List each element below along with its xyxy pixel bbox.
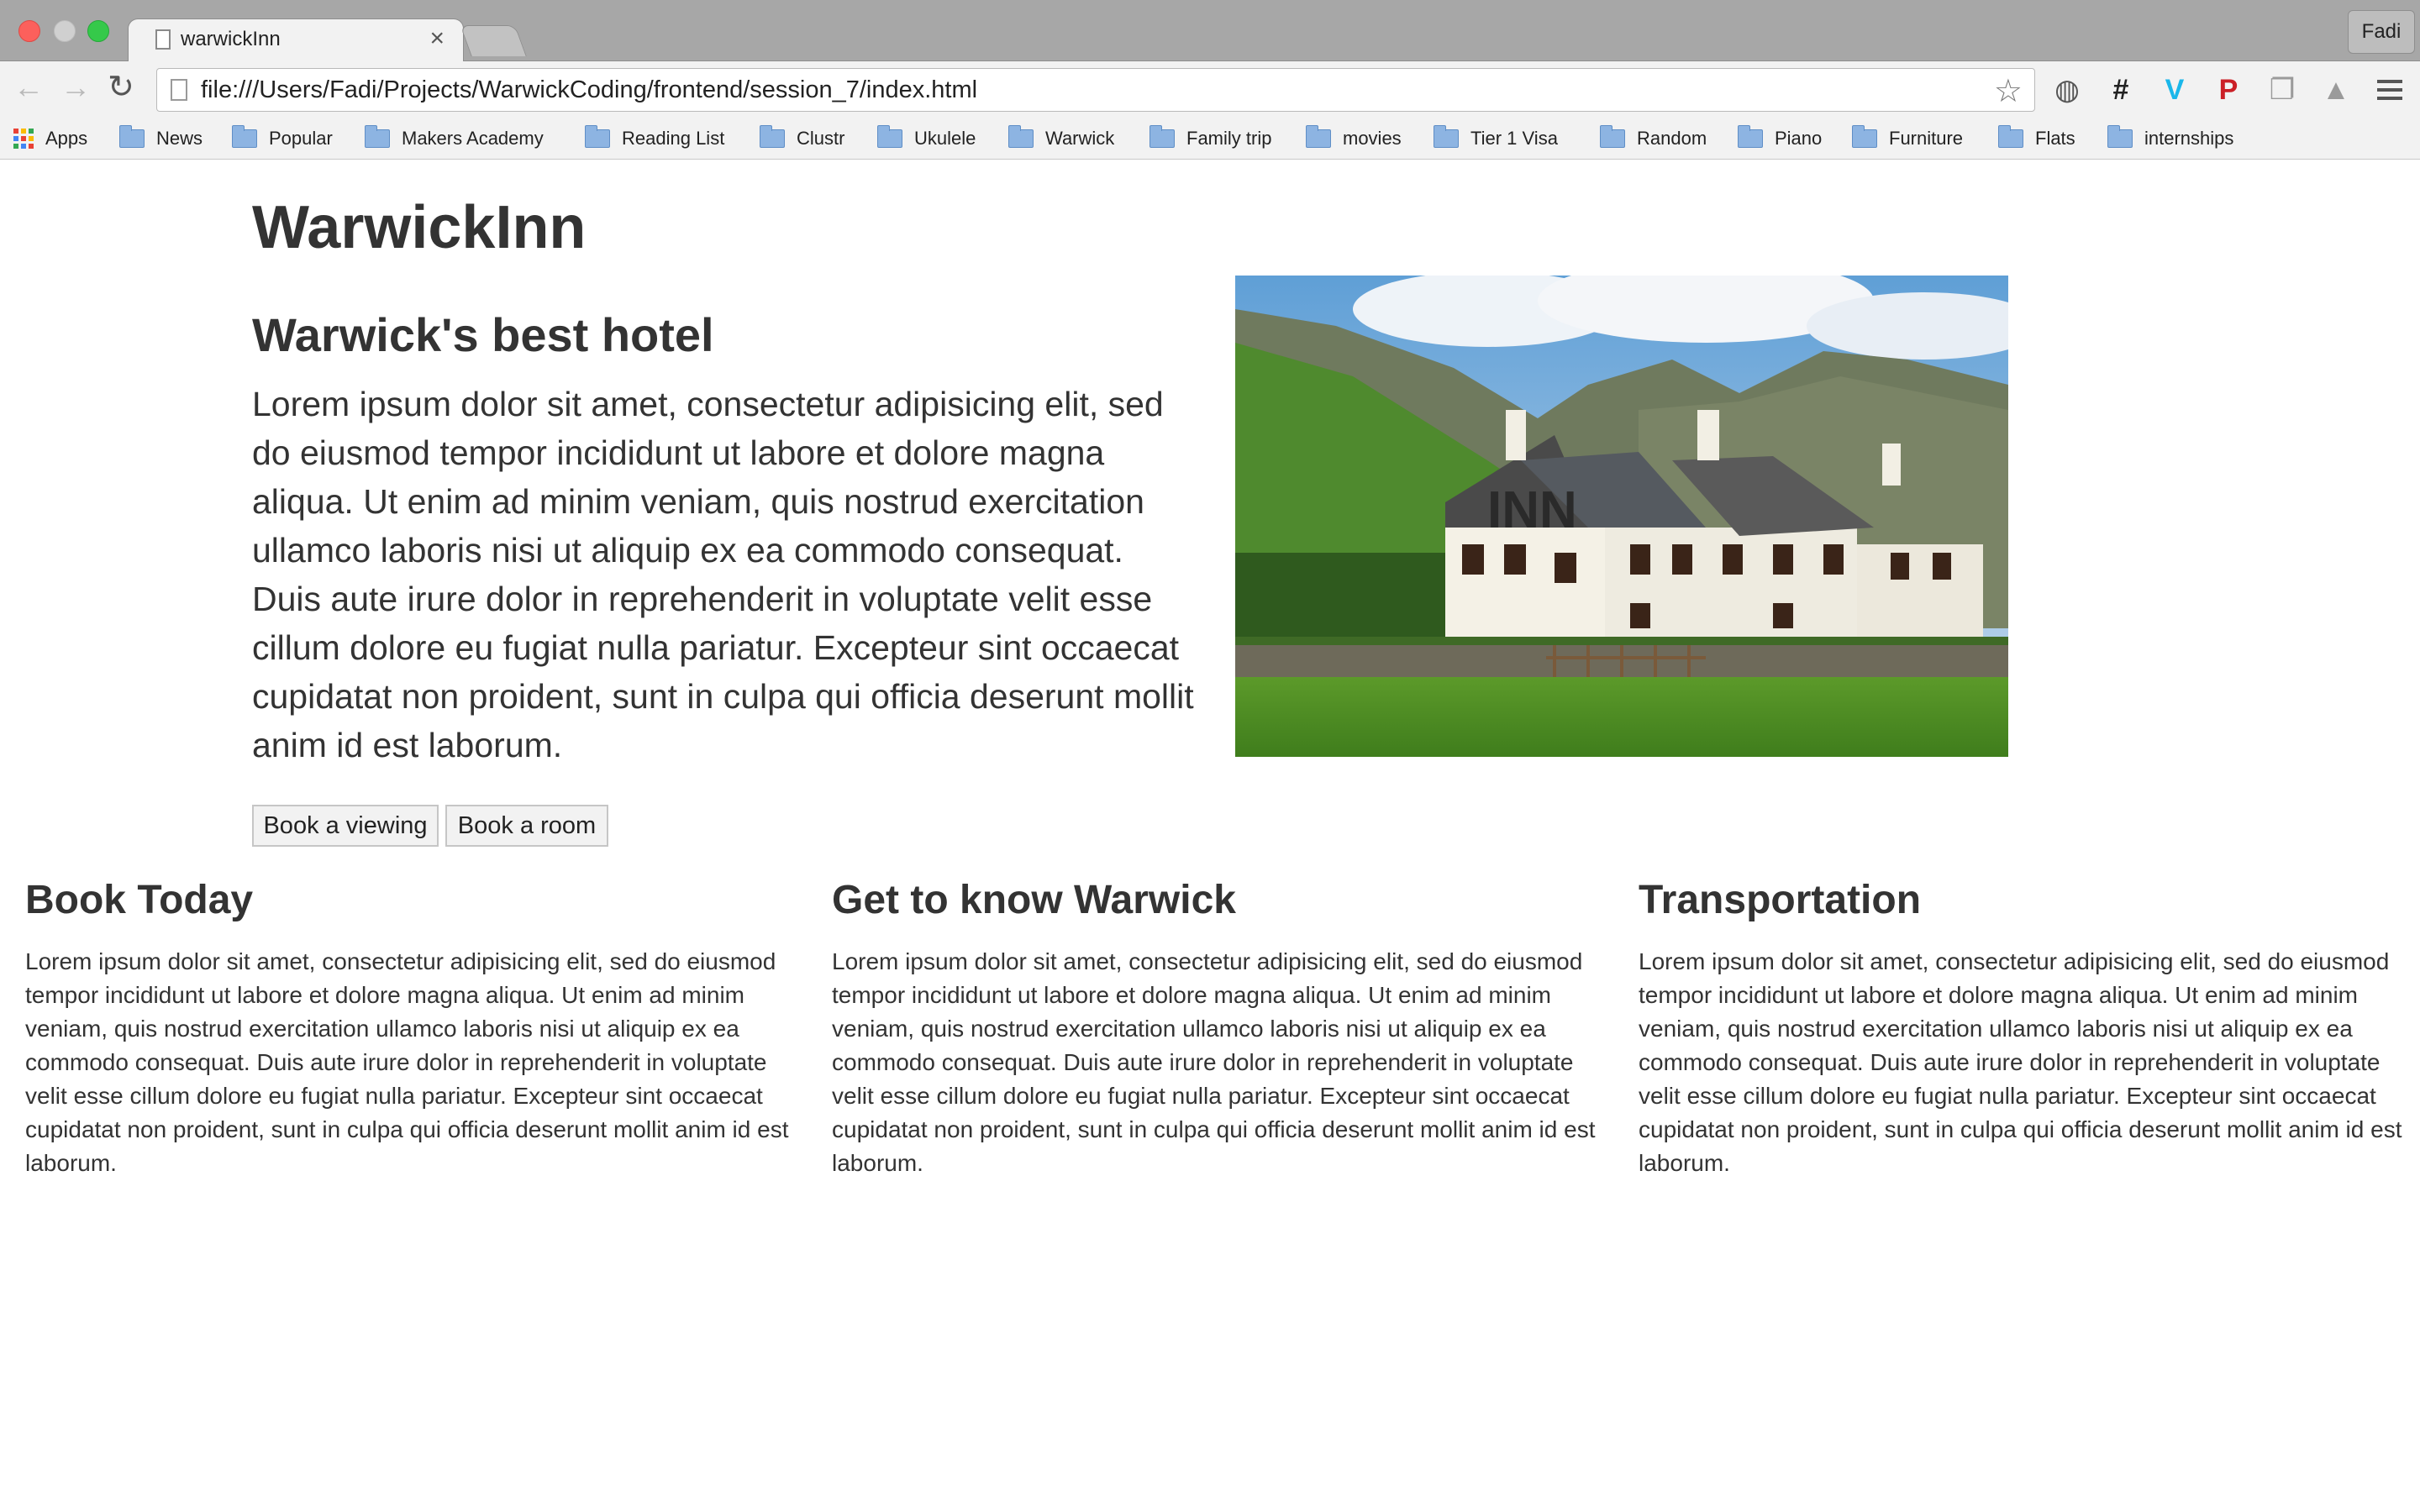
forward-arrow-icon[interactable]: → [60,70,91,105]
column-heading: Transportation [1639,878,1922,922]
column-text: Lorem ipsum dolor sit amet, consectetur … [1639,948,2402,1176]
bookmark-item[interactable]: Reading List [585,123,724,154]
zoom-window-button[interactable] [87,20,109,42]
book-viewing-button[interactable]: Book a viewing [252,805,439,847]
document-icon [155,29,171,50]
copy-extension-icon[interactable]: ❐ [2264,71,2301,108]
bookmark-item[interactable]: Makers Academy [365,123,544,154]
folder-icon [760,125,785,148]
address-bar[interactable]: file:///Users/Fadi/Projects/WarwickCodin… [156,68,2035,112]
column-text: Lorem ipsum dolor sit amet, consectetur … [25,948,789,1176]
folder-icon [1852,125,1877,148]
tab-close-icon[interactable]: × [429,24,445,53]
close-window-button[interactable] [18,20,40,42]
book-room-button[interactable]: Book a room [445,805,608,847]
bookmark-label: Furniture [1889,128,1964,149]
folder-icon [1306,125,1331,148]
page-title: WarwickInn [252,194,587,261]
folder-icon [232,125,257,148]
bookmark-item[interactable]: News [119,123,203,154]
folder-icon [1150,125,1175,148]
folder-icon [1738,125,1763,148]
bookmark-label: Popular [269,128,333,149]
bookmark-item[interactable]: Piano [1738,123,1822,154]
bookmark-item[interactable]: Tier 1 Visa [1434,123,1558,154]
bookmark-label: Apps [45,128,88,149]
bookmark-label: Tier 1 Visa [1470,128,1558,149]
bookmark-label: movies [1343,128,1402,149]
drive-extension-icon[interactable]: ▲ [2317,71,2354,108]
bookmark-label: Makers Academy [402,128,544,149]
bookmark-label: Reading List [622,128,725,149]
new-tab-button[interactable] [460,25,527,56]
bookmark-label: Random [1637,128,1707,149]
browser-tab[interactable]: warwickInn × [128,18,464,62]
folder-icon [877,125,902,148]
bookmark-label: Flats [2035,128,2075,149]
ghostery-extension-icon[interactable]: ◍ [2049,71,2086,108]
bookmark-item[interactable]: Flats [1998,123,2075,154]
bookmark-item[interactable]: Popular [232,123,333,154]
profile-button[interactable]: Fadi [2348,10,2415,54]
folder-icon [1008,125,1034,148]
pinterest-extension-icon[interactable]: P [2210,71,2247,108]
hero-text: Lorem ipsum dolor sit amet, consectetur … [252,385,1194,764]
bookmark-star-icon[interactable]: ☆ [1994,72,2023,110]
bookmark-label: internships [2144,128,2234,149]
minimize-window-button[interactable] [54,20,76,42]
bookmark-item[interactable]: Warwick [1008,123,1114,154]
bookmark-label: Family trip [1186,128,1272,149]
inn-photo: INN [1235,276,2008,757]
bookmark-label: Warwick [1045,128,1115,149]
tab-strip: warwickInn × Fadi [0,0,2420,62]
folder-icon [119,125,145,148]
bookmark-item[interactable]: Furniture [1852,123,1963,154]
column-heading: Book Today [25,878,254,922]
folder-icon [585,125,610,148]
folder-icon [365,125,390,148]
bookmark-item[interactable]: Apps [13,123,87,154]
hamburger-menu-icon[interactable] [2371,71,2408,108]
folder-icon [1998,125,2023,148]
bookmarks-bar: Apps News Popular Makers Academy Reading Lis… [0,120,2420,160]
hero-heading: Warwick's best hotel [252,308,714,361]
tab-title: warwickInn [181,28,281,50]
column-transportation: Transportation Lorem ipsum dolor sit ame… [1639,877,2403,1180]
folder-icon [1600,125,1625,148]
bookmark-label: News [156,128,203,149]
url-text[interactable]: file:///Users/Fadi/Projects/WarwickCodin… [201,76,977,104]
folder-icon [1434,125,1459,148]
column-book-today: Book Today Lorem ipsum dolor sit amet, c… [25,877,790,1180]
bookmark-label: Piano [1775,128,1823,149]
vimeo-extension-icon[interactable]: V [2156,71,2193,108]
bookmark-item[interactable]: Clustr [760,123,844,154]
bookmark-item[interactable]: Family trip [1150,123,1271,154]
back-arrow-icon[interactable]: ← [13,70,44,105]
folder-icon [2107,125,2133,148]
bookmark-item[interactable]: Ukulele [877,123,976,154]
page-icon [171,79,187,101]
bookmark-item[interactable]: internships [2107,123,2233,154]
hashtag-extension-icon[interactable]: # [2102,71,2139,108]
inn-sign-text: INN [1487,481,1577,539]
apps-grid-icon [13,129,34,149]
bookmark-item[interactable]: Random [1600,123,1707,154]
reload-icon[interactable]: ↻ [108,68,134,106]
column-heading: Get to know Warwick [832,878,1236,922]
bookmark-label: Clustr [797,128,845,149]
column-text: Lorem ipsum dolor sit amet, consectetur … [832,948,1596,1176]
bookmark-label: Ukulele [914,128,976,149]
browser-toolbar: ← → ↻ file:///Users/Fadi/Projects/Warwic… [0,61,2420,120]
bookmark-item[interactable]: movies [1306,123,1402,154]
column-get-to-know-warwick: Get to know Warwick Lorem ipsum dolor si… [832,877,1597,1180]
